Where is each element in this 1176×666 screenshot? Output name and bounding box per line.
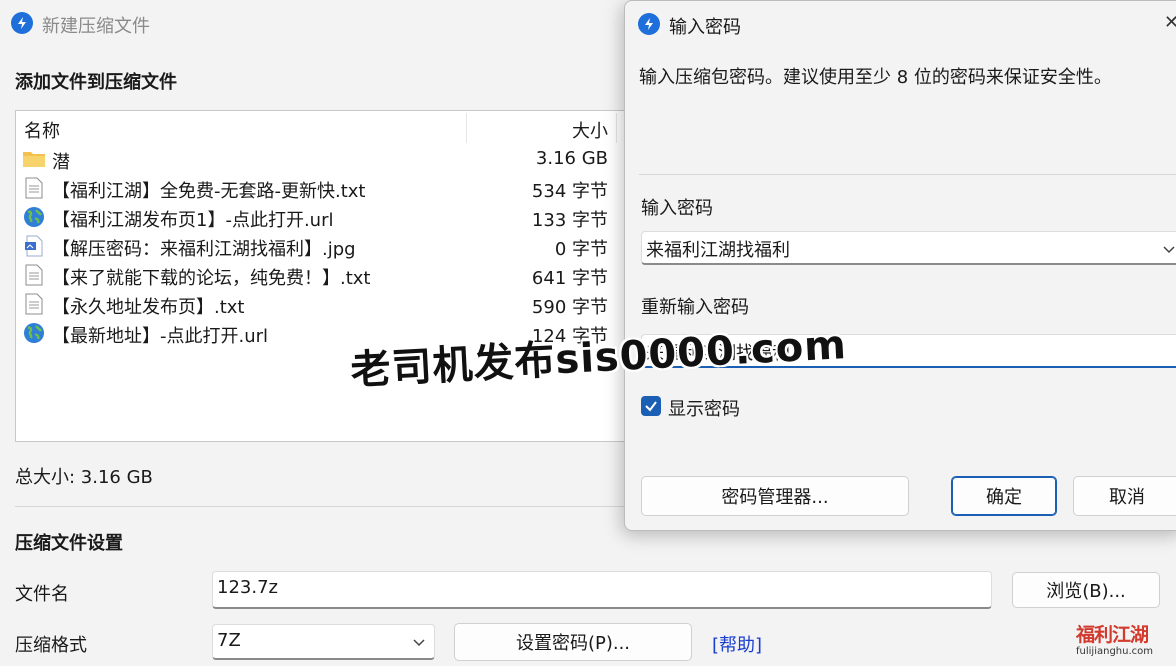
filename-input[interactable]: 123.7z: [212, 571, 992, 609]
file-name: 【福利江湖发布页1】-点此打开.url: [52, 210, 334, 231]
file-size: 0 字节: [554, 239, 608, 260]
app-logo-icon: [11, 12, 33, 34]
globe-icon: [22, 206, 46, 228]
filename-label: 文件名: [15, 584, 69, 605]
file-name: 【解压密码：来福利江湖找福利】.jpg: [52, 239, 356, 260]
format-select[interactable]: 7Z: [212, 624, 435, 660]
file-size: 3.16 GB: [535, 148, 608, 169]
password-dialog: 输入密码 输入压缩包密码。建议使用至少 8 位的密码来保证安全性。 输入密码 来…: [624, 0, 1176, 531]
logo-text: 福利江湖: [1076, 624, 1149, 646]
file-row[interactable]: 【解压密码：来福利江湖找福利】.jpg 0 字节: [16, 232, 654, 261]
dialog-app-icon: [638, 13, 660, 35]
list-header: 名称 大小: [16, 111, 654, 145]
chevron-down-icon: [412, 633, 426, 654]
file-size: 133 字节: [531, 210, 608, 231]
file-list[interactable]: 名称 大小 潜 3.16 GB 【福利江湖】全免费-无套路-更新快.txt 53…: [15, 110, 655, 442]
globe-icon: [22, 322, 46, 344]
add-files-heading: 添加文件到压缩文件: [15, 72, 177, 93]
column-header-size[interactable]: 大小: [572, 117, 608, 143]
file-row[interactable]: 【福利江湖发布页1】-点此打开.url 133 字节: [16, 203, 654, 232]
image-file-icon: [22, 235, 46, 257]
reenter-password-label: 重新输入密码: [641, 297, 749, 318]
file-name: 【福利江湖】全免费-无套路-更新快.txt: [52, 181, 366, 202]
dialog-divider: [639, 174, 1176, 175]
chevron-down-icon[interactable]: [1162, 240, 1176, 261]
text-file-icon: [22, 264, 46, 286]
password-manager-button[interactable]: 密码管理器...: [641, 476, 909, 516]
password-input[interactable]: 来福利江湖找福利: [641, 231, 1176, 265]
dialog-title: 输入密码: [669, 17, 741, 38]
column-separator[interactable]: [616, 113, 617, 143]
file-size: 590 字节: [531, 297, 608, 318]
total-size-text: 总大小: 3.16 GB: [15, 467, 153, 488]
show-password-checkbox[interactable]: [641, 396, 661, 416]
column-separator[interactable]: [466, 113, 467, 143]
text-file-icon: [22, 177, 46, 199]
text-file-icon: [22, 293, 46, 315]
file-size: 641 字节: [531, 268, 608, 289]
file-name: 【永久地址发布页】.txt: [52, 297, 245, 318]
file-name: 潜: [52, 152, 70, 173]
password-input-value: 来福利江湖找福利: [646, 240, 790, 261]
section-divider: [15, 506, 625, 507]
close-icon[interactable]: ✕: [1164, 12, 1176, 33]
file-row[interactable]: 【来了就能下载的论坛，纯免费！】.txt 641 字节: [16, 261, 654, 290]
dialog-message: 输入压缩包密码。建议使用至少 8 位的密码来保证安全性。: [639, 67, 1112, 88]
format-label: 压缩格式: [15, 635, 87, 656]
file-name: 【来了就能下载的论坛，纯免费！】.txt: [52, 268, 371, 289]
file-row[interactable]: 【永久地址发布页】.txt 590 字节: [16, 290, 654, 319]
file-row[interactable]: 【福利江湖】全免费-无套路-更新快.txt 534 字节: [16, 174, 654, 203]
file-row[interactable]: 潜 3.16 GB: [16, 145, 654, 174]
cancel-button[interactable]: 取消: [1073, 476, 1176, 516]
file-name: 【最新地址】-点此打开.url: [52, 326, 269, 347]
browse-button[interactable]: 浏览(B)...: [1012, 572, 1160, 608]
logo-url: fulijianghu.com: [1076, 646, 1153, 657]
checkmark-icon: [645, 401, 657, 412]
file-size: 534 字节: [531, 181, 608, 202]
password-label: 输入密码: [641, 198, 713, 219]
help-link[interactable]: [帮助]: [712, 631, 762, 657]
site-logo: 福利江湖 fulijianghu.com: [1076, 620, 1168, 662]
window-title: 新建压缩文件: [42, 16, 150, 37]
ok-button[interactable]: 确定: [951, 476, 1057, 516]
folder-icon: [22, 148, 46, 170]
set-password-button[interactable]: 设置密码(P)...: [454, 623, 692, 661]
format-select-value: 7Z: [217, 630, 241, 651]
archive-settings-heading: 压缩文件设置: [15, 533, 123, 554]
column-header-name[interactable]: 名称: [24, 117, 60, 143]
show-password-label[interactable]: 显示密码: [668, 395, 740, 421]
